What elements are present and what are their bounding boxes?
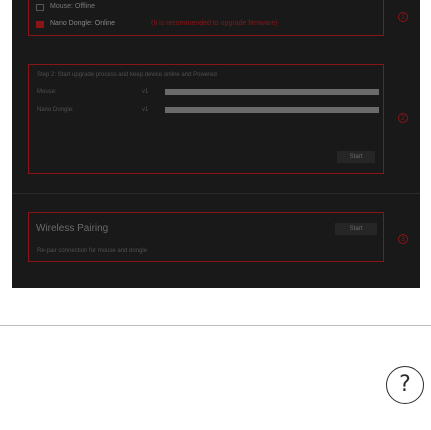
mouse-progress-bar [165, 89, 379, 95]
dongle-status: Nano Dongle: Online [50, 20, 115, 27]
step-1-icon: 1 [398, 12, 408, 22]
start-pairing-button[interactable]: Start [335, 223, 377, 235]
section-separator [12, 193, 420, 194]
start-update-button[interactable]: Start [337, 151, 375, 163]
status-panel: Mouse: Offline Nano Dongle: Online (It i… [28, 0, 384, 36]
dongle-upgrade-hint: (It is recommended to upgrade firmware) [151, 20, 278, 27]
mouse-status-checkbox [36, 4, 44, 11]
dongle-progress-bar [165, 107, 379, 113]
update-instruction: Step 2: Start upgrade process and keep d… [37, 72, 217, 78]
dongle-version-label: Nano Dongle: [37, 107, 74, 113]
pairing-panel: Wireless Pairing Re-pair connection for … [28, 212, 384, 262]
step-2-icon: 2 [398, 113, 408, 123]
pairing-title: Wireless Pairing [36, 223, 109, 234]
divider [0, 325, 431, 326]
pairing-description: Re-pair connection for mouse and dongle [37, 248, 148, 254]
step-3-icon: 3 [398, 234, 408, 244]
firmware-update-window: Mouse: Offline Nano Dongle: Online (It i… [12, 0, 420, 288]
mouse-status: Mouse: Offline [50, 3, 96, 10]
dongle-version-value: v1 [142, 107, 149, 113]
update-panel: Step 2: Start upgrade process and keep d… [28, 64, 384, 174]
help-icon[interactable]: ? [386, 366, 424, 404]
dongle-status-checkbox [36, 21, 44, 28]
mouse-version-label: Mouse: [37, 89, 57, 95]
mouse-version-value: v1 [142, 89, 149, 95]
